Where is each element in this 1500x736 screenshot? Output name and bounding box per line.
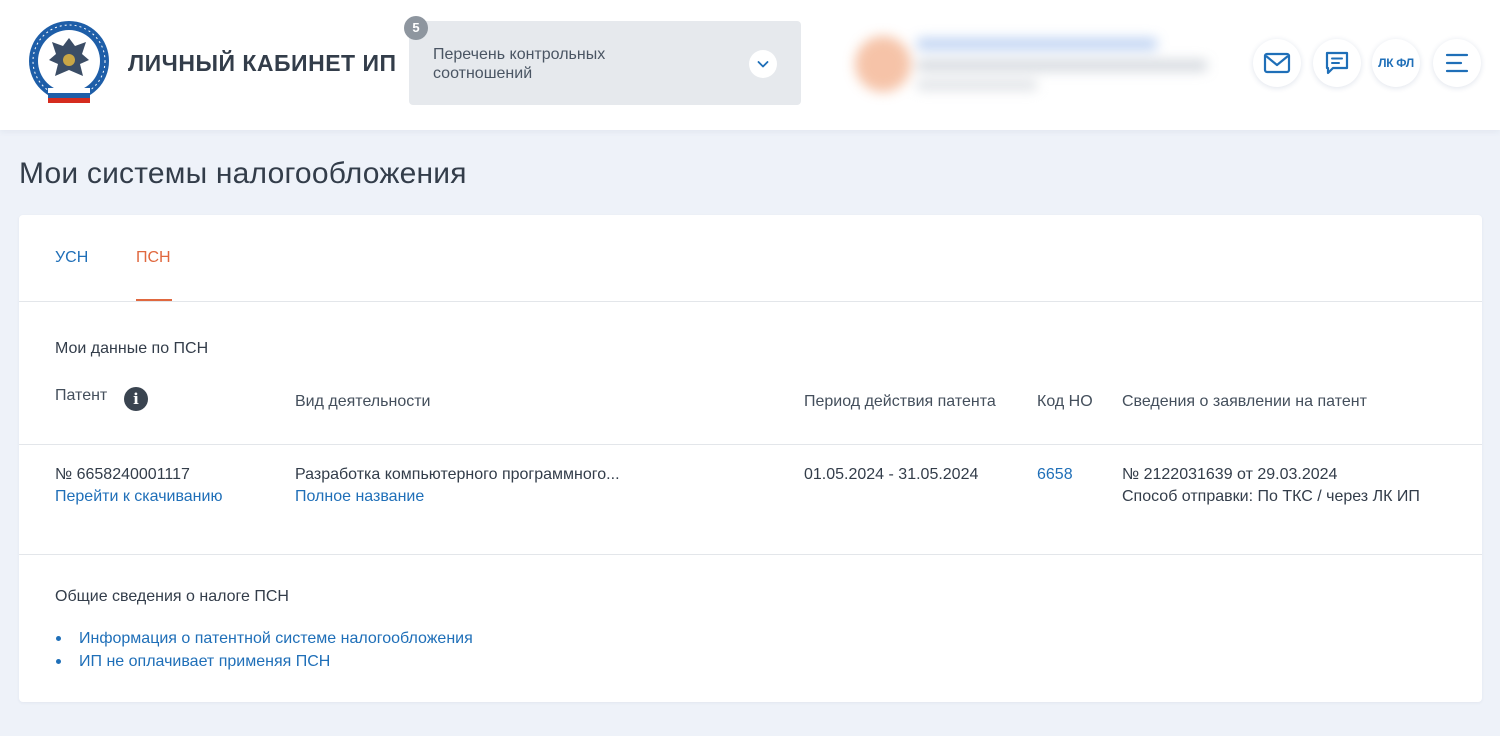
general-info-list: Информация о патентной системе налогообл… (55, 627, 473, 673)
header-divider (19, 444, 1482, 445)
column-header-application: Сведения о заявлении на патент (1122, 393, 1367, 410)
tabs-divider (19, 301, 1482, 302)
activity-text: Разработка компьютерного программного... (295, 466, 620, 483)
row-divider (19, 554, 1482, 555)
mail-button[interactable] (1253, 39, 1301, 87)
tab-usn[interactable]: УСН (55, 249, 88, 267)
general-info-title: Общие сведения о налоге ПСН (55, 588, 289, 605)
header: ЛИЧНЫЙ КАБИНЕТ ИП 5 Перечень контрольных… (0, 0, 1500, 130)
chat-icon (1325, 51, 1349, 75)
period-value: 01.05.2024 - 31.05.2024 (804, 466, 979, 483)
download-link[interactable]: Перейти к скачиванию (55, 486, 222, 508)
control-ratios-label: Перечень контрольных соотношений (433, 46, 606, 82)
avatar (855, 36, 911, 92)
column-header-activity: Вид деятельности (295, 393, 431, 410)
user-profile-blurred[interactable] (855, 30, 1215, 100)
page-title: Мои системы налогообложения (19, 157, 467, 190)
column-header-period: Период действия патента (804, 393, 996, 410)
lk-fl-button[interactable]: ЛК ФЛ (1372, 39, 1420, 87)
mail-icon (1263, 52, 1291, 74)
patent-cell: № 6658240001117 Перейти к скачиванию (55, 464, 222, 508)
tab-psn[interactable]: ПСН (136, 249, 171, 267)
column-header-patent: Патент (55, 387, 108, 404)
application-number: № 2122031639 от 29.03.2024 (1122, 466, 1338, 483)
tax-systems-card: УСН ПСН Мои данные по ПСН Патент i Вид д… (19, 215, 1482, 702)
application-cell: № 2122031639 от 29.03.2024 Способ отправ… (1122, 464, 1420, 508)
column-header-code-no: Код НО (1037, 393, 1093, 410)
full-name-link[interactable]: Полное название (295, 486, 620, 508)
menu-button[interactable] (1433, 39, 1481, 87)
patent-number: № 6658240001117 (55, 466, 190, 483)
menu-icon (1445, 53, 1469, 73)
chevron-down-icon[interactable] (749, 50, 777, 78)
fns-emblem-icon[interactable] (28, 20, 110, 106)
activity-cell: Разработка компьютерного программного...… (295, 464, 620, 508)
control-ratios-dropdown[interactable]: 5 Перечень контрольных соотношений (404, 16, 801, 105)
code-no-link[interactable]: 6658 (1037, 464, 1073, 486)
psn-data-title: Мои данные по ПСН (55, 340, 209, 357)
send-method: Способ отправки: По ТКС / через ЛК ИП (1122, 488, 1420, 505)
list-item-link[interactable]: ИП не оплачивает применяя ПСН (55, 650, 473, 673)
messages-button[interactable] (1313, 39, 1361, 87)
info-icon[interactable]: i (124, 387, 148, 411)
count-badge: 5 (404, 16, 428, 40)
app-title: ЛИЧНЫЙ КАБИНЕТ ИП (128, 50, 397, 76)
list-item-link[interactable]: Информация о патентной системе налогообл… (55, 627, 473, 650)
